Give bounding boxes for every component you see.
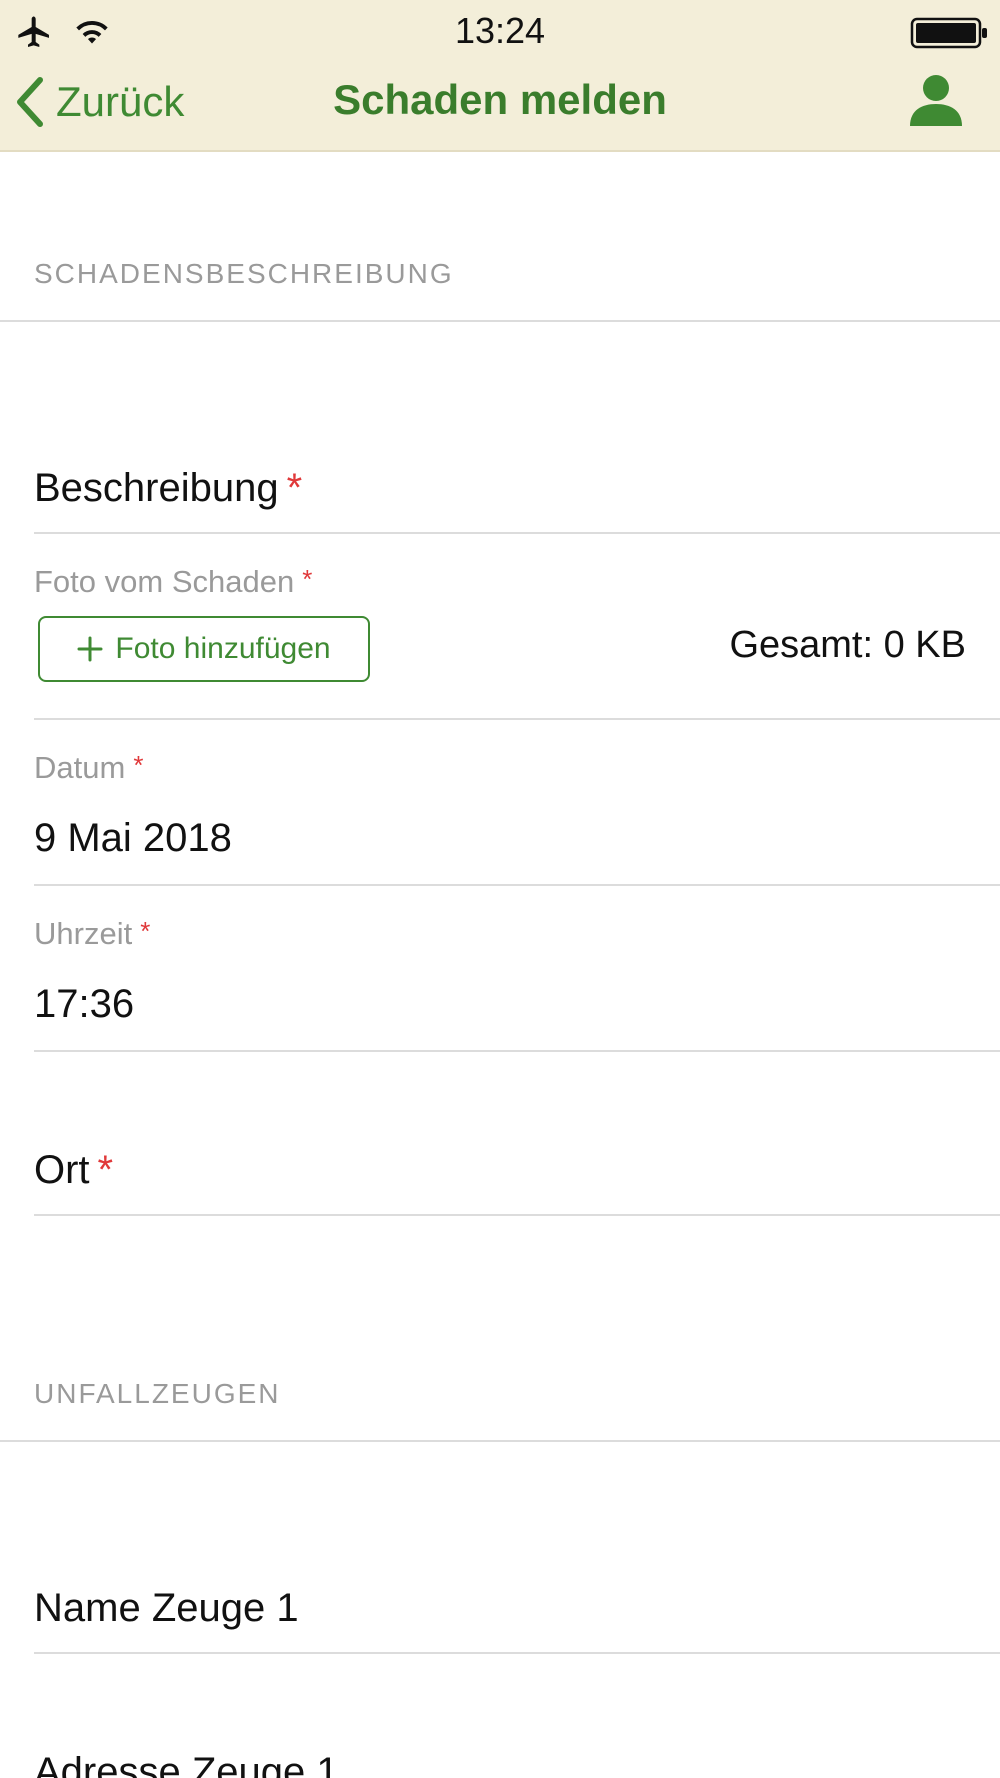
navigation-header: 13:24 Zurück Schaden melden [0,0,1000,152]
section-header-description: SCHADENSBESCHREIBUNG [34,258,454,289]
plus-icon [77,636,103,662]
required-marker: * [286,466,303,510]
required-marker: * [133,750,144,780]
location-label: Ort * [34,1148,114,1192]
add-photo-button-label: Foto hinzufügen [115,632,331,665]
date-label: Datum * [34,750,144,785]
time-label: Uhrzeit * [34,916,151,951]
report-damage-screen: 13:24 Zurück Schaden melden SCHADENSBESC… [0,0,1000,1778]
required-marker: * [97,1148,114,1192]
required-marker: * [140,916,151,946]
status-time: 13:24 [454,10,546,51]
divider [34,1050,1000,1052]
divider [0,320,1000,322]
battery-icon [910,17,987,49]
page-title: Schaden melden [333,76,667,123]
person-icon[interactable] [906,72,966,128]
witness-name-field[interactable]: Name Zeuge 1 [0,1560,1000,1652]
description-label: Beschreibung * [34,466,303,510]
photo-total-size: Gesamt: 0 KB [729,624,966,666]
section-header-witnesses: UNFALLZEUGEN [34,1378,281,1409]
date-field[interactable]: Datum * 9 Mai 2018 [0,720,1000,884]
witness-address-label: Adresse Zeuge 1 [34,1750,339,1778]
divider [34,532,1000,534]
witness-address-field[interactable]: Adresse Zeuge 1 [0,1700,1000,1778]
description-field[interactable]: Beschreibung * [0,440,1000,532]
divider [34,1652,1000,1654]
time-value: 17:36 [34,982,135,1026]
divider [0,1440,1000,1442]
divider [34,1214,1000,1216]
witness-name-label: Name Zeuge 1 [34,1586,299,1630]
time-field[interactable]: Uhrzeit * 17:36 [0,886,1000,1050]
date-value: 9 Mai 2018 [34,816,232,860]
location-field[interactable]: Ort * [0,1112,1000,1214]
photo-label: Foto vom Schaden * [34,564,313,599]
add-photo-button[interactable]: Foto hinzufügen [38,616,370,682]
required-marker: * [302,564,313,594]
